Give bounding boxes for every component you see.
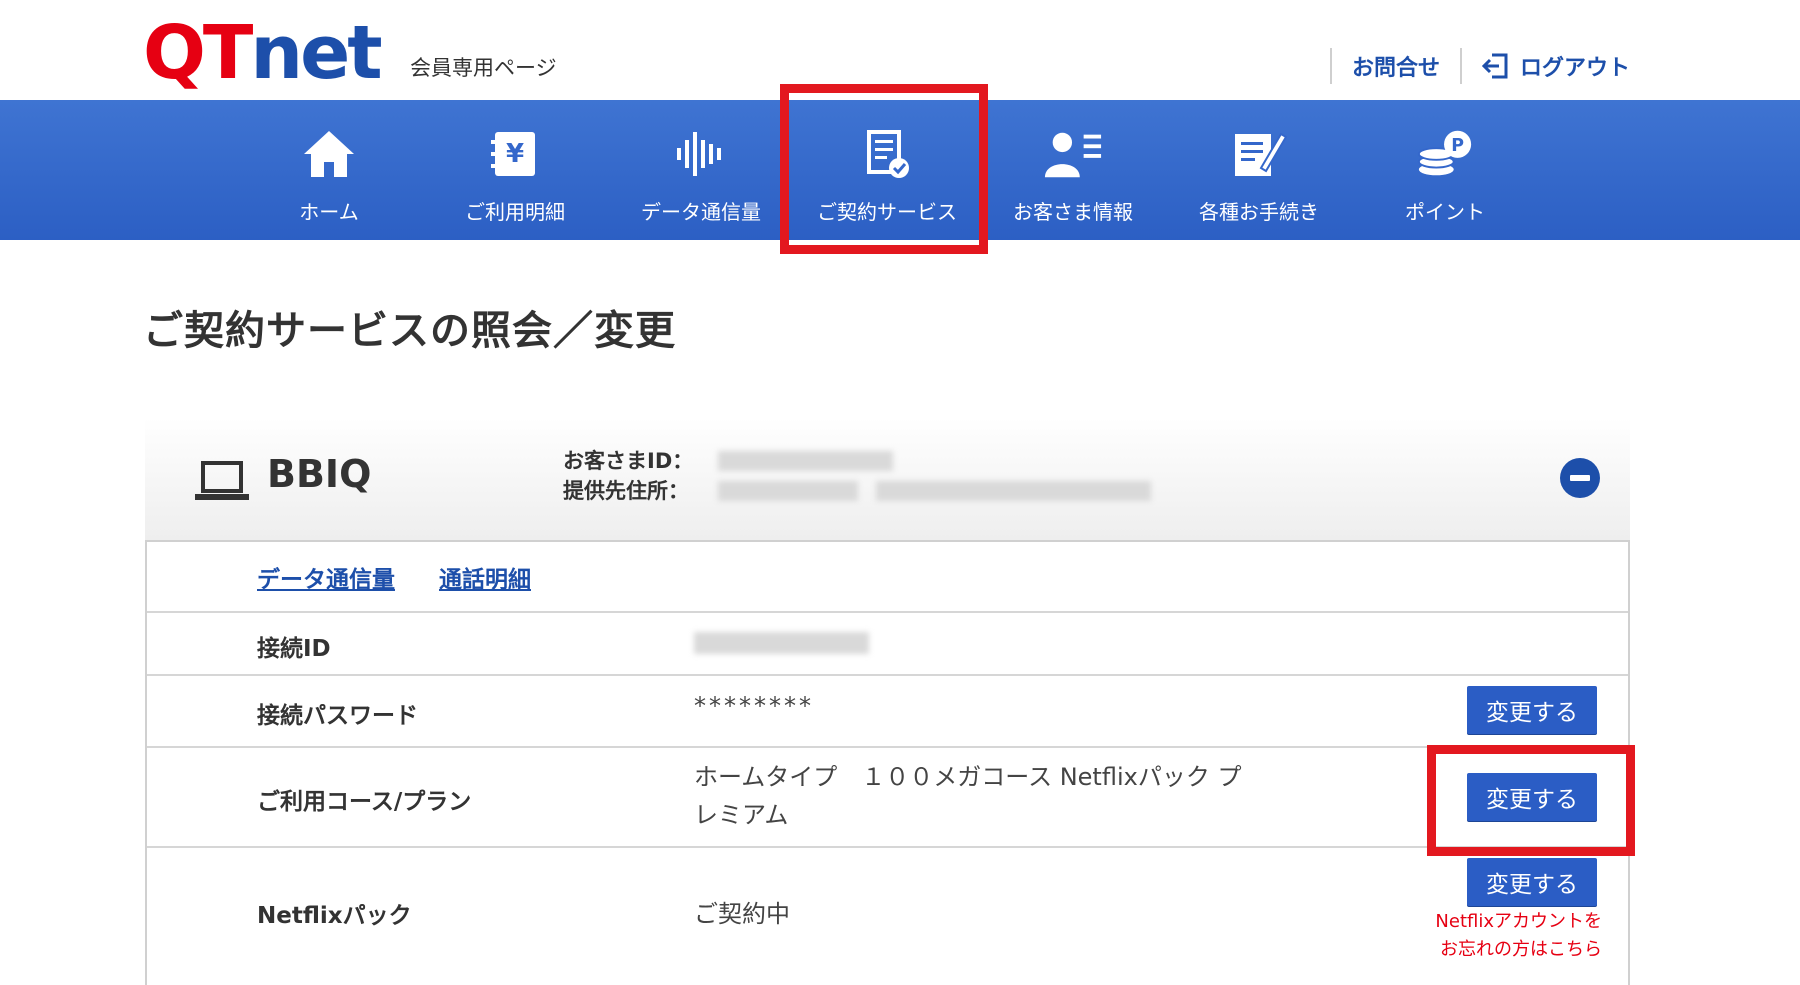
procedures-icon [1229,124,1289,184]
change-netflix-button[interactable]: 変更する [1467,858,1597,906]
billing-icon: ¥ [485,124,545,184]
course-plan-value-line: ホームタイプ １００メガコース Netflixパック プ [694,763,1242,791]
customer-id-label: お客さまID： [563,449,694,473]
logout-link[interactable]: ログアウト [1462,50,1800,82]
course-plan-value: ホームタイプ １００メガコース Netflixパック プ レミアム [694,758,1334,834]
connection-id-value-blurred [694,632,869,654]
nav-label: ホーム [299,200,359,224]
netflix-note-line: Netflixアカウントを [1435,911,1602,932]
service-card: BBIQ お客さまID： 提供先住所： データ通信量 通話明細 接続ID 接続パ… [145,418,1630,985]
service-name: BBIQ [267,452,372,496]
password-row: 接続パスワード ******** 変更する [147,674,1628,748]
netflix-account-help-link[interactable]: Netflixアカウントを お忘れの方はこちら [1430,908,1602,964]
netflix-status: ご契約中 [694,900,790,928]
nav-label: お客さま情報 [1013,200,1133,224]
netflix-row: Netflixパック ご契約中 変更する Netflixアカウントを お忘れの方… [147,846,1628,983]
netflix-note-line: お忘れの方はこちら [1440,939,1602,960]
data-usage-icon [671,124,731,184]
course-plan-label: ご利用コース/プラン [257,789,472,815]
member-page-subtitle: 会員専用ページ [410,56,557,80]
address-value-blurred [718,481,858,501]
logout-icon [1481,53,1508,79]
service-card-header: BBIQ お客さまID： 提供先住所： [145,418,1630,542]
nav-item-points[interactable]: P ポイント [1352,100,1538,240]
customer-id-value-blurred [718,451,893,471]
call-details-link[interactable]: 通話明細 [439,560,531,594]
collapse-button[interactable] [1560,458,1600,498]
address-value-blurred [876,481,1151,501]
page-title: ご契約サービスの照会／変更 [143,308,676,354]
contact-link-label: お問合せ [1351,56,1440,81]
nav-label: データ通信量 [641,200,761,224]
nav-item-data-usage[interactable]: データ通信量 [608,100,794,240]
svg-text:¥: ¥ [506,139,524,169]
logout-link-label: ログアウト [1519,56,1630,81]
points-icon: P [1415,124,1475,184]
nav-label: ご利用明細 [465,200,565,224]
connection-id-label: 接続ID [257,636,331,662]
course-plan-row: ご利用コース/プラン ホームタイプ １００メガコース Netflixパック プ … [147,746,1628,848]
nav-item-billing[interactable]: ¥ ご利用明細 [422,100,608,240]
netflix-label: Netflixパック [257,903,412,929]
logo-qt: QT [143,10,253,96]
course-plan-value-line: レミアム [694,801,789,829]
customer-info-block: お客さまID： 提供先住所： [563,446,1169,506]
nav-item-customer-info[interactable]: お客さま情報 [980,100,1166,240]
qtnet-logo[interactable]: QTnet [143,10,383,90]
change-password-button[interactable]: 変更する [1467,686,1597,734]
data-usage-link[interactable]: データ通信量 [257,560,395,594]
password-value: ******** [694,692,814,720]
home-icon [299,124,359,184]
nav-label: 各種お手続き [1199,200,1319,224]
service-card-body: データ通信量 通話明細 接続ID 接続パスワード ******** 変更する ご… [145,540,1630,985]
detail-links-row: データ通信量 通話明細 [147,540,1628,613]
nav-item-home[interactable]: ホーム [236,100,422,240]
logo-net: net [250,10,382,96]
laptop-icon [195,461,249,500]
customer-info-icon [1043,124,1103,184]
nav-item-procedures[interactable]: 各種お手続き [1166,100,1352,240]
password-label: 接続パスワード [257,703,418,729]
button-highlight-box [1427,745,1635,856]
nav-highlight-box [780,84,988,254]
nav-label: ポイント [1405,200,1485,224]
connection-id-row: 接続ID [147,611,1628,676]
address-label: 提供先住所： [563,479,689,503]
contact-link[interactable]: お問合せ [1332,50,1460,82]
svg-text:P: P [1451,136,1464,156]
header-links: お問合せ ログアウト [1329,48,1800,84]
